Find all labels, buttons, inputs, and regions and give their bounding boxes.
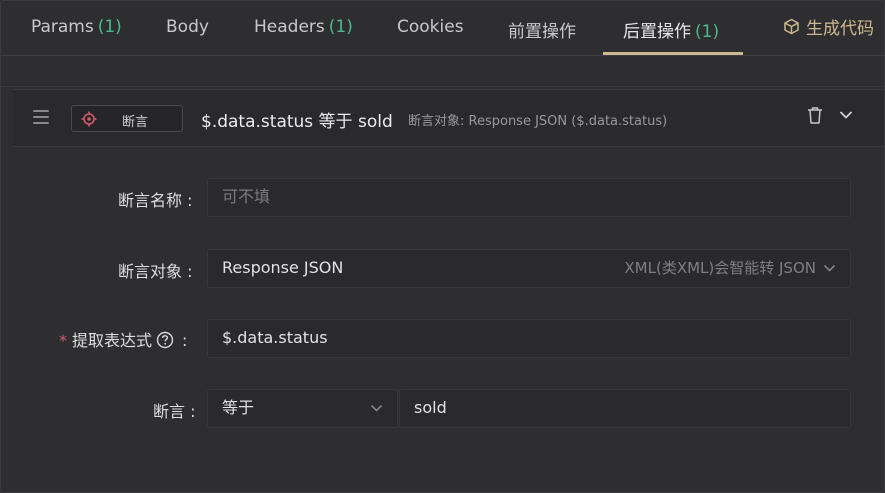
chevron-down-icon bbox=[823, 264, 836, 272]
assertion-card-header[interactable]: 断言 $.data.status 等于 sold 断言对象: Response … bbox=[13, 89, 884, 147]
post-operations-panel: Params (1) Body Headers (1) Cookies 前置操作 后… bbox=[0, 0, 885, 493]
assertion-operator-value: 等于 bbox=[222, 398, 255, 417]
assertion-operator-select[interactable]: 等于 bbox=[207, 389, 398, 428]
assertion-target-select[interactable]: Response JSON XML(类XML)会智能转 JSON bbox=[207, 249, 851, 288]
extraction-expression-input[interactable]: $.data.status bbox=[207, 319, 851, 358]
chevron-down-icon bbox=[370, 404, 383, 412]
tab-body[interactable]: Body bbox=[166, 17, 209, 37]
help-icon[interactable] bbox=[156, 331, 174, 349]
assertion-type-label: 断言 bbox=[122, 115, 149, 130]
tab-label: 前置操作 bbox=[508, 22, 576, 42]
assertion-target-value: Response JSON bbox=[222, 258, 344, 277]
tab-post-operations[interactable]: 后置操作 (1) bbox=[623, 17, 719, 42]
assertion-target-label: 断言对象 : bbox=[118, 262, 193, 281]
tab-label: Body bbox=[166, 17, 209, 37]
request-tabs: Params (1) Body Headers (1) Cookies 前置操作 后… bbox=[1, 1, 884, 56]
assertion-name-input[interactable]: 可不填 bbox=[207, 178, 851, 217]
drag-handle-icon[interactable] bbox=[33, 110, 49, 124]
assertion-expected-value: sold bbox=[414, 398, 447, 417]
tab-headers[interactable]: Headers (1) bbox=[254, 17, 353, 37]
target-icon bbox=[81, 111, 97, 127]
assertion-name-placeholder: 可不填 bbox=[222, 187, 271, 206]
tab-count: (1) bbox=[328, 17, 353, 37]
chevron-down-icon[interactable] bbox=[839, 110, 853, 120]
tab-label: Headers bbox=[254, 17, 325, 37]
generate-code-button[interactable]: 生成代码 bbox=[783, 14, 874, 39]
assertion-target-hint: XML(类XML)会智能转 JSON bbox=[624, 259, 816, 277]
assertion-label: 断言 : bbox=[153, 402, 196, 421]
assertion-type-chip[interactable]: 断言 bbox=[71, 105, 183, 132]
assertion-expected-value-input[interactable]: sold bbox=[399, 389, 851, 428]
tab-params[interactable]: Params (1) bbox=[31, 17, 122, 37]
required-marker: * bbox=[59, 331, 67, 350]
tab-label: Params bbox=[31, 17, 94, 37]
tab-label: 后置操作 bbox=[623, 22, 691, 42]
tab-pre-operations[interactable]: 前置操作 bbox=[508, 17, 576, 42]
tab-count: (1) bbox=[97, 17, 122, 37]
extraction-expression-value: $.data.status bbox=[222, 328, 328, 347]
generate-code-label: 生成代码 bbox=[806, 19, 874, 39]
tab-count: (1) bbox=[695, 22, 720, 42]
active-tab-indicator bbox=[603, 52, 743, 55]
assertion-title: $.data.status 等于 sold bbox=[201, 112, 393, 132]
extraction-expression-text: 提取表达式 bbox=[72, 331, 153, 350]
cube-icon bbox=[784, 18, 799, 35]
toolbar-strip bbox=[1, 57, 884, 87]
tab-label: Cookies bbox=[397, 17, 464, 37]
extraction-expression-label: * 提取表达式 : bbox=[59, 327, 187, 351]
trash-icon[interactable] bbox=[807, 106, 823, 124]
assertion-subtitle: 断言对象: Response JSON ($.data.status) bbox=[408, 114, 668, 129]
assertion-name-label: 断言名称 : bbox=[118, 191, 193, 210]
tab-cookies[interactable]: Cookies bbox=[397, 17, 464, 37]
extraction-expression-colon: : bbox=[182, 331, 188, 350]
